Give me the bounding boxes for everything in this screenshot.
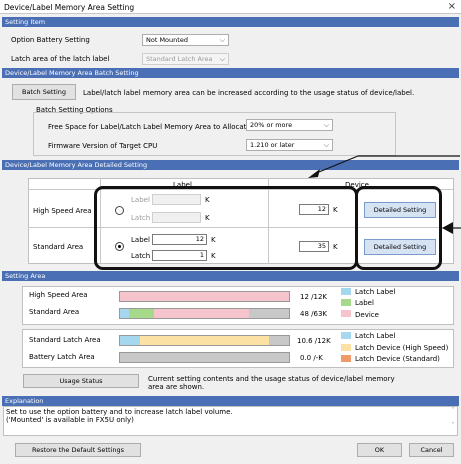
standard-device-segment	[154, 309, 249, 318]
legend-latch-label: Latch Label	[355, 288, 396, 296]
high-speed-usage-bar	[119, 291, 290, 302]
close-icon[interactable]: ×	[448, 1, 456, 12]
chevron-down-icon: ⌵	[323, 121, 329, 129]
explanation-text-line1: Set to use the option battery and to inc…	[6, 408, 233, 416]
setting-area-header: Setting Area	[2, 271, 459, 281]
scroll-up-icon[interactable]: ˄	[449, 407, 457, 414]
legend-device-swatch	[341, 310, 351, 317]
legend2-latch-device-high: Latch Device (High Speed)	[355, 344, 449, 352]
usage-status-button[interactable]: Usage Status	[23, 374, 139, 388]
standard-usage-label: Standard Area	[29, 308, 80, 316]
battery-latch-usage-bar	[119, 352, 290, 363]
arrow-head-icon	[308, 169, 320, 178]
option-battery-dropdown[interactable]: Not Mounted ⌵	[142, 34, 229, 46]
legend-latch-label-swatch	[341, 288, 351, 295]
latch-area-value: Standard Latch Area	[146, 55, 213, 63]
legend-device: Device	[355, 311, 379, 319]
legend2-latch-label-swatch	[341, 332, 351, 339]
legend2-latch-label: Latch Label	[355, 332, 396, 340]
explanation-header: Explanation	[2, 396, 459, 406]
firmware-label: Firmware Version of Target CPU	[48, 142, 158, 150]
arrow-head-icon	[442, 222, 453, 234]
legend-label-swatch	[341, 299, 351, 306]
standard-latch-usage-value: 10.6 /12K	[297, 337, 331, 345]
batch-description: Label/latch label memory area can be inc…	[83, 89, 415, 97]
latch-area-dropdown: Standard Latch Area ⌵	[142, 53, 229, 65]
setting-item-header: Setting Item	[2, 17, 459, 27]
scroll-down-icon[interactable]: ˅	[449, 422, 457, 429]
free-space-dropdown[interactable]: 20% or more ⌵	[246, 119, 333, 131]
batch-setting-header: Device/Label Memory Area Batch Setting	[2, 68, 459, 78]
standard-latch-label-segment	[120, 309, 129, 318]
option-battery-label: Option Battery Setting	[11, 36, 90, 44]
standard-area-label: Standard Area	[33, 243, 84, 251]
ok-button[interactable]: OK	[357, 443, 402, 457]
chevron-down-icon: ⌵	[219, 55, 225, 63]
high-speed-usage-value: 12 /12K	[300, 293, 327, 301]
standard-label-segment	[129, 309, 154, 318]
cancel-button[interactable]: Cancel	[409, 443, 454, 457]
standard-usage-bar	[119, 308, 290, 319]
free-space-label: Free Space for Label/Latch Label Memory …	[48, 123, 251, 131]
battery-latch-usage-value: 0.0 /-K	[300, 354, 323, 362]
free-space-value: 20% or more	[250, 121, 293, 129]
chevron-down-icon: ⌵	[219, 36, 225, 44]
high-speed-usage-label: High Speed Area	[29, 291, 88, 299]
callout-arrows	[308, 155, 461, 234]
latch-area-label: Latch area of the latch label	[11, 55, 110, 63]
legend2-latch-device-std-swatch	[341, 355, 351, 362]
restore-defaults-button[interactable]: Restore the Default Settings	[15, 443, 141, 457]
high-speed-area-label: High Speed Area	[33, 207, 92, 215]
standard-latch-usage-bar	[119, 335, 290, 346]
standard-latch-usage-label: Standard Latch Area	[29, 336, 101, 344]
latch-label-segment	[120, 336, 140, 345]
standard-usage-value: 48 /63K	[300, 310, 327, 318]
arrow-to-device-column	[313, 155, 359, 175]
title-bar: Device/Label Memory Area Setting ×	[0, 0, 461, 14]
legend2-latch-device-high-swatch	[341, 344, 351, 351]
usage-status-description: Current setting contents and the usage s…	[148, 375, 395, 391]
legend2-latch-device-std: Latch Device (Standard)	[355, 355, 440, 363]
option-battery-value: Not Mounted	[146, 36, 188, 44]
legend-label: Label	[355, 299, 374, 307]
battery-latch-usage-label: Battery Latch Area	[29, 353, 95, 361]
explanation-scrollbar[interactable]: ˄ ˅	[449, 407, 457, 435]
explanation-text-line2: ('Mounted' is available in FX5U only)	[6, 416, 134, 424]
latch-device-high-segment	[140, 336, 269, 345]
batch-setting-button[interactable]: Batch Setting	[12, 84, 76, 100]
firmware-value: 1.210 or later	[250, 141, 295, 149]
window-title: Device/Label Memory Area Setting	[4, 3, 135, 12]
